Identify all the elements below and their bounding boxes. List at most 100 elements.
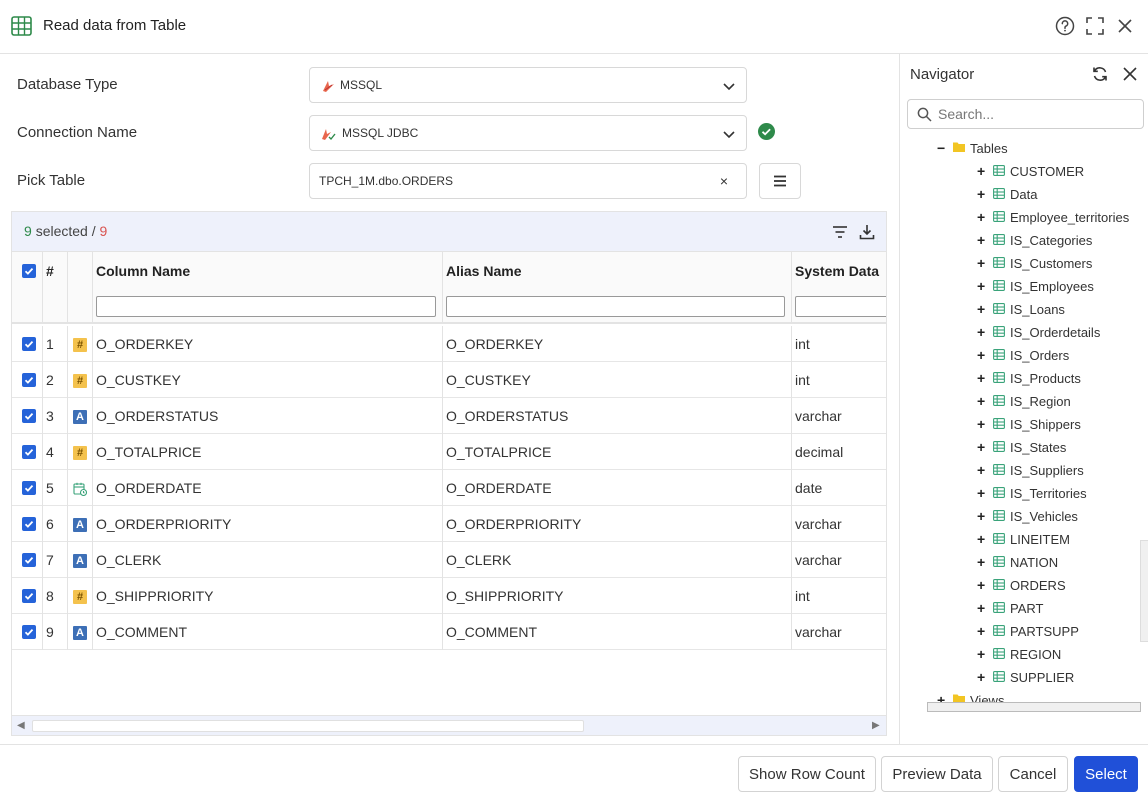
row-checkbox[interactable] bbox=[22, 517, 36, 531]
table-icon bbox=[993, 418, 1005, 429]
expand-icon[interactable]: + bbox=[977, 347, 985, 363]
navigator-search[interactable] bbox=[907, 99, 1144, 129]
expand-icon[interactable]: + bbox=[977, 577, 985, 593]
row-checkbox[interactable] bbox=[22, 553, 36, 567]
table-row[interactable]: 1 # O_ORDERKEY O_ORDERKEY int bbox=[12, 326, 886, 362]
close-navigator-icon[interactable] bbox=[1121, 65, 1139, 83]
grid-horizontal-scrollbar[interactable]: ◀ ▶ bbox=[12, 715, 886, 735]
collapse-icon[interactable]: − bbox=[937, 140, 945, 156]
expand-icon[interactable]: + bbox=[977, 278, 985, 294]
table-row[interactable]: 5 O_ORDERDATE O_ORDERDATE date bbox=[12, 470, 886, 506]
expand-icon[interactable]: + bbox=[977, 669, 985, 685]
search-input[interactable] bbox=[938, 105, 1138, 123]
row-checkbox[interactable] bbox=[22, 373, 36, 387]
clear-icon[interactable]: × bbox=[720, 173, 728, 189]
pick-table-field[interactable]: TPCH_1M.dbo.ORDERS × bbox=[309, 163, 747, 199]
download-icon[interactable] bbox=[858, 223, 876, 241]
connection-success-icon bbox=[758, 123, 775, 140]
tree-item-label: IS_Loans bbox=[1010, 302, 1065, 317]
expand-icon[interactable]: + bbox=[977, 646, 985, 662]
table-row[interactable]: 3 A O_ORDERSTATUS O_ORDERSTATUS varchar bbox=[12, 398, 886, 434]
alias-name: O_ORDERDATE bbox=[446, 480, 552, 496]
system-data-filter-input[interactable] bbox=[795, 296, 886, 317]
table-row[interactable]: 4 # O_TOTALPRICE O_TOTALPRICE decimal bbox=[12, 434, 886, 470]
system-data-type: decimal bbox=[795, 444, 844, 460]
table-row[interactable]: 2 # O_CUSTKEY O_CUSTKEY int bbox=[12, 362, 886, 398]
alias-name-cell[interactable]: O_COMMENT bbox=[443, 614, 792, 650]
expand-icon[interactable]: + bbox=[977, 439, 985, 455]
help-button[interactable] bbox=[1054, 15, 1076, 37]
show-row-count-button[interactable]: Show Row Count bbox=[738, 756, 876, 792]
alias-name-cell[interactable]: O_ORDERDATE bbox=[443, 470, 792, 506]
scroll-right-icon[interactable]: ▶ bbox=[872, 720, 880, 731]
table-browser-button[interactable] bbox=[759, 163, 801, 199]
column-name-filter-input[interactable] bbox=[96, 296, 436, 317]
tree-item-label: Tables bbox=[970, 141, 1008, 156]
row-checkbox[interactable] bbox=[22, 409, 36, 423]
alias-name-cell[interactable]: O_CUSTKEY bbox=[443, 362, 792, 398]
expand-icon[interactable]: + bbox=[977, 370, 985, 386]
mssql-connection-icon bbox=[322, 129, 336, 141]
row-checkbox[interactable] bbox=[22, 337, 36, 351]
table-row[interactable]: 6 A O_ORDERPRIORITY O_ORDERPRIORITY varchar bbox=[12, 506, 886, 542]
expand-icon[interactable]: + bbox=[977, 462, 985, 478]
expand-icon[interactable]: + bbox=[977, 255, 985, 271]
navigator-horizontal-scrollbar[interactable] bbox=[927, 702, 1141, 712]
row-checkbox[interactable] bbox=[22, 589, 36, 603]
scrollbar-thumb[interactable] bbox=[32, 720, 584, 732]
expand-icon[interactable]: + bbox=[977, 531, 985, 547]
alias-name-cell[interactable]: O_ORDERSTATUS bbox=[443, 398, 792, 434]
expand-icon[interactable]: + bbox=[977, 623, 985, 639]
expand-icon[interactable]: + bbox=[977, 554, 985, 570]
navigator-title: Navigator bbox=[910, 66, 975, 83]
expand-icon[interactable]: + bbox=[977, 301, 985, 317]
alias-name: O_ORDERKEY bbox=[446, 336, 544, 352]
alias-name-cell[interactable]: O_ORDERKEY bbox=[443, 326, 792, 362]
header-alias-name[interactable]: Alias Name bbox=[443, 252, 792, 324]
select-button[interactable]: Select bbox=[1074, 756, 1138, 792]
alias-name-cell[interactable]: O_SHIPPRIORITY bbox=[443, 578, 792, 614]
navigator-vertical-scrollbar[interactable] bbox=[1140, 540, 1148, 642]
selection-summary: 9 selected / 9 bbox=[24, 223, 107, 239]
table-icon bbox=[993, 165, 1005, 176]
cancel-button[interactable]: Cancel bbox=[998, 756, 1068, 792]
row-index: 2 bbox=[46, 372, 54, 388]
alias-name-cell[interactable]: O_CLERK bbox=[443, 542, 792, 578]
expand-icon[interactable]: + bbox=[977, 324, 985, 340]
row-type-cell: # bbox=[68, 434, 93, 470]
close-button[interactable] bbox=[1114, 15, 1136, 37]
preview-data-button[interactable]: Preview Data bbox=[881, 756, 993, 792]
database-type-select[interactable]: MSSQL bbox=[309, 67, 747, 103]
row-checkbox[interactable] bbox=[22, 481, 36, 495]
alias-name-cell[interactable]: O_TOTALPRICE bbox=[443, 434, 792, 470]
refresh-icon[interactable] bbox=[1091, 65, 1109, 83]
expand-icon[interactable]: + bbox=[977, 163, 985, 179]
row-index-cell: 9 bbox=[43, 614, 68, 650]
grid-header: # Column Name Alias Name System Data bbox=[12, 252, 886, 324]
alias-name-cell[interactable]: O_ORDERPRIORITY bbox=[443, 506, 792, 542]
expand-icon[interactable]: + bbox=[977, 209, 985, 225]
alias-name-filter-input[interactable] bbox=[446, 296, 785, 317]
filter-icon[interactable] bbox=[831, 223, 849, 241]
row-checkbox[interactable] bbox=[22, 445, 36, 459]
table-row[interactable]: 7 A O_CLERK O_CLERK varchar bbox=[12, 542, 886, 578]
expand-icon[interactable]: + bbox=[977, 232, 985, 248]
connection-name-select[interactable]: MSSQL JDBC bbox=[309, 115, 747, 151]
row-checkbox[interactable] bbox=[22, 625, 36, 639]
table-icon bbox=[993, 326, 1005, 337]
maximize-button[interactable] bbox=[1084, 15, 1106, 37]
header-column-name[interactable]: Column Name bbox=[93, 252, 443, 324]
expand-icon[interactable]: + bbox=[977, 416, 985, 432]
selected-label: selected / bbox=[35, 223, 96, 239]
table-row[interactable]: 9 A O_COMMENT O_COMMENT varchar bbox=[12, 614, 886, 650]
expand-icon[interactable]: + bbox=[977, 485, 985, 501]
table-row[interactable]: 8 # O_SHIPPRIORITY O_SHIPPRIORITY int bbox=[12, 578, 886, 614]
header-system-data[interactable]: System Data bbox=[792, 252, 886, 324]
row-index-cell: 5 bbox=[43, 470, 68, 506]
scroll-left-icon[interactable]: ◀ bbox=[17, 720, 25, 731]
expand-icon[interactable]: + bbox=[977, 508, 985, 524]
expand-icon[interactable]: + bbox=[977, 600, 985, 616]
select-all-checkbox[interactable] bbox=[22, 264, 36, 278]
expand-icon[interactable]: + bbox=[977, 393, 985, 409]
expand-icon[interactable]: + bbox=[977, 186, 985, 202]
